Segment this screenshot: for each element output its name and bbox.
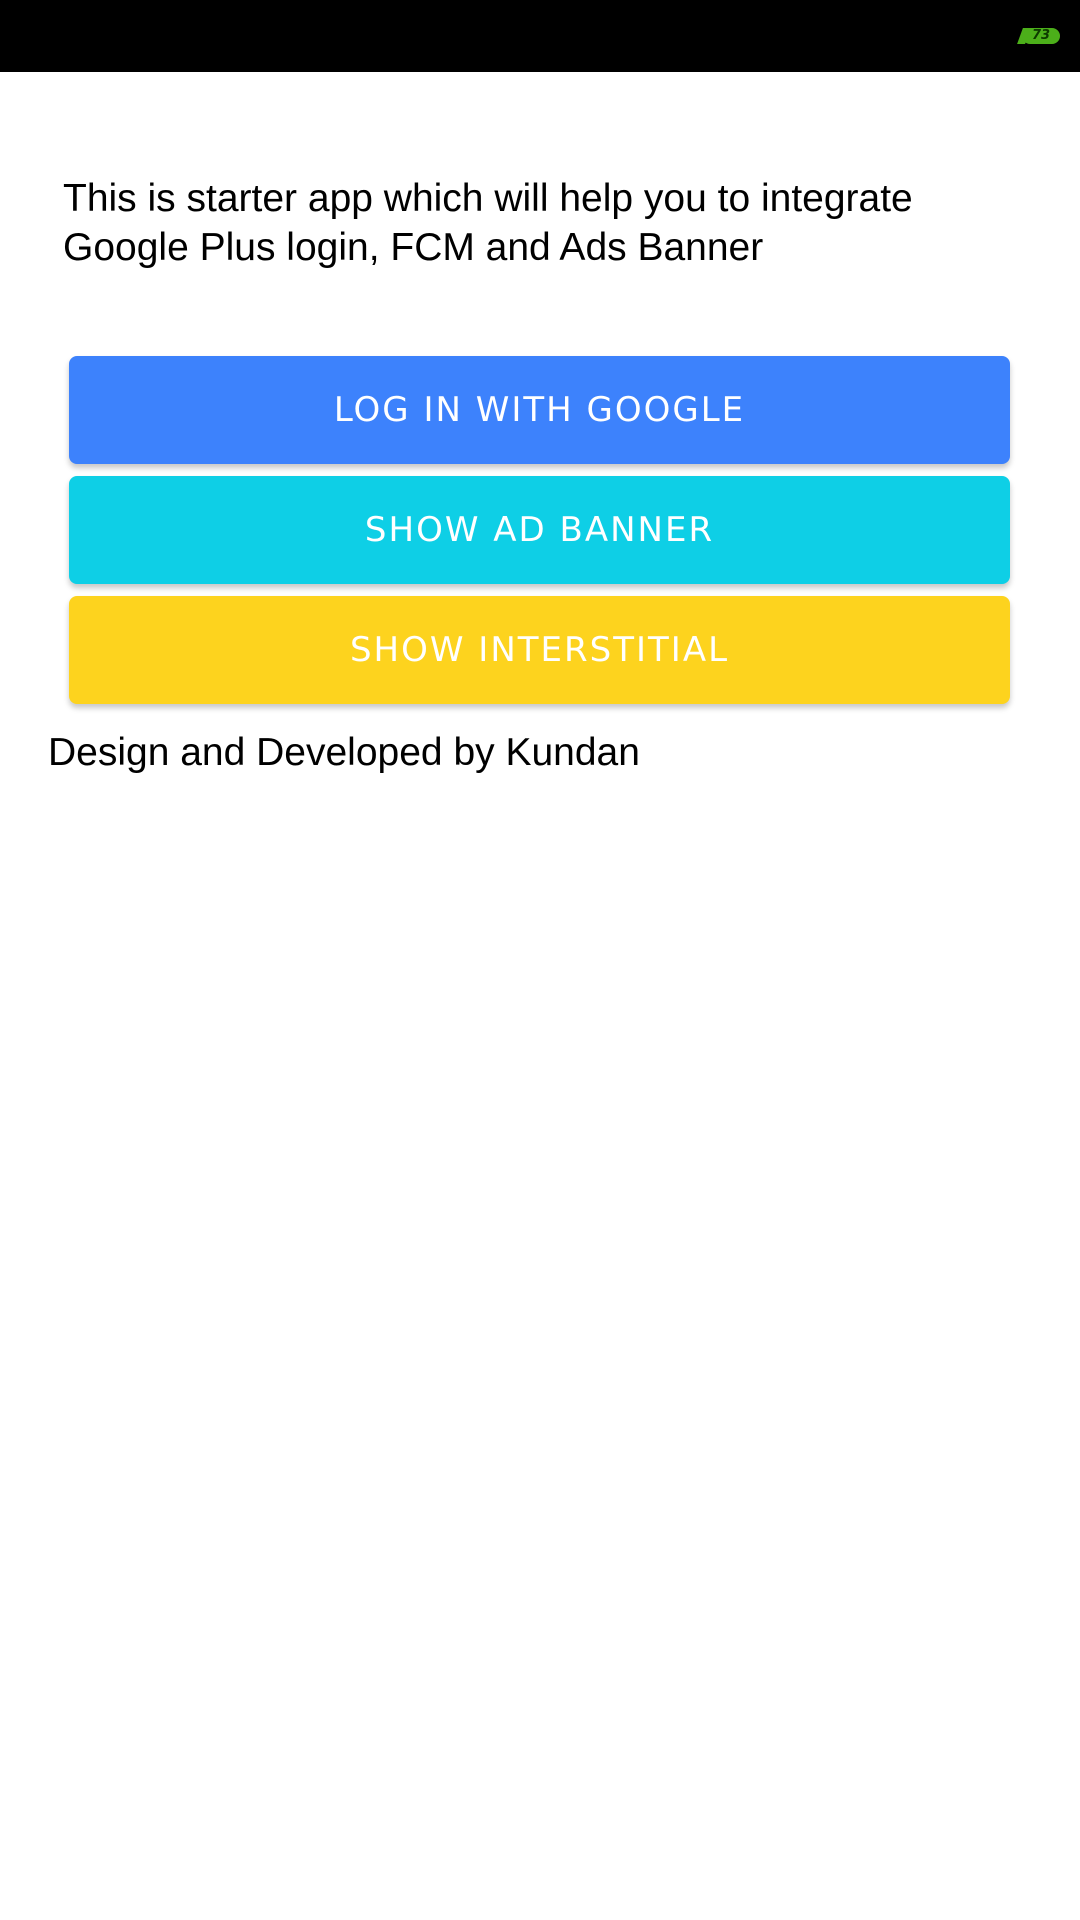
show-interstitial-button[interactable]: SHOW INTERSTITIAL bbox=[69, 596, 1010, 704]
show-ad-banner-button[interactable]: SHOW AD BANNER bbox=[69, 476, 1010, 584]
battery-level: 73 bbox=[1031, 28, 1051, 43]
credits-text: Design and Developed by Kundan bbox=[48, 731, 640, 774]
app-screen: 73 This is starter app which will help y… bbox=[0, 0, 1080, 1920]
status-bar: 73 bbox=[0, 0, 1080, 72]
battery-icon: 73 bbox=[1017, 28, 1060, 44]
intro-text: This is starter app which will help you … bbox=[63, 177, 913, 269]
login-with-google-button[interactable]: LOG IN WITH GOOGLE bbox=[69, 356, 1010, 464]
charging-bolt-icon bbox=[1017, 28, 1031, 44]
